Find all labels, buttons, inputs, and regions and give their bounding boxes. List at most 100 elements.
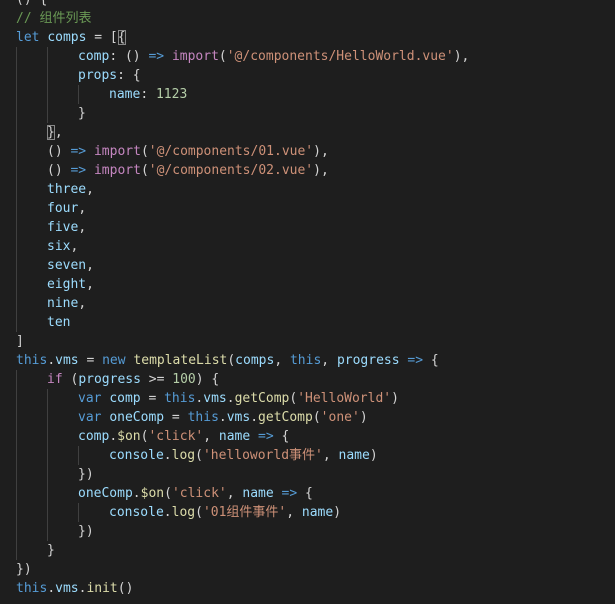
code-token: ] — [16, 334, 24, 349]
code-token: = — [140, 391, 165, 406]
code-token: . — [163, 448, 172, 463]
indent-guide — [16, 180, 17, 199]
code-line: props: { — [0, 66, 615, 85]
code-line: } — [0, 104, 615, 123]
code-token: >= — [140, 372, 173, 387]
code-token: oneComp — [78, 486, 133, 501]
indent-guide — [16, 427, 17, 446]
code-token: , — [54, 125, 63, 140]
code-token: '@/components/01.vue' — [148, 144, 314, 159]
code-token: import — [171, 49, 219, 64]
code-token: console — [109, 448, 164, 463]
indent-guide — [16, 484, 17, 503]
code-token: } — [47, 125, 55, 140]
code-token: () — [47, 144, 71, 159]
code-token: templateList — [133, 353, 228, 368]
code-token: => — [148, 49, 165, 64]
indent-guide — [16, 294, 17, 313]
indent-guide — [47, 104, 48, 123]
code-token: comps — [47, 30, 87, 45]
code-lines: () {// 组件列表let comps = [{comp: () => imp… — [0, 0, 615, 598]
code-line: five, — [0, 218, 615, 237]
code-line: }) — [0, 465, 615, 484]
code-line: eight, — [0, 275, 615, 294]
code-token: five — [47, 220, 79, 235]
code-line: }, — [0, 123, 615, 142]
code-line: comp.$on('click', name => { — [0, 427, 615, 446]
code-token: four — [47, 201, 79, 216]
code-token: '@/components/02.vue' — [148, 163, 314, 178]
code-token: : () — [109, 49, 149, 64]
code-token: '01组件事件' — [202, 505, 287, 520]
code-line: ten — [0, 313, 615, 332]
code-token: this — [16, 353, 48, 368]
code-token: comp — [78, 429, 110, 444]
code-token: . — [226, 391, 235, 406]
code-line: seven, — [0, 256, 615, 275]
code-token: name — [242, 486, 274, 501]
code-token: . — [132, 486, 141, 501]
code-token: if — [47, 372, 63, 387]
code-token: six — [47, 239, 71, 254]
code-line: nine, — [0, 294, 615, 313]
code-token: 'click' — [171, 486, 227, 501]
code-line: six, — [0, 237, 615, 256]
code-line: var comp = this.vms.getComp('HelloWorld'… — [0, 389, 615, 408]
code-token: . — [47, 353, 56, 368]
code-token: ) — [359, 410, 368, 425]
indent-guide — [16, 66, 17, 85]
code-token: 'click' — [148, 429, 204, 444]
code-token: , — [321, 353, 337, 368]
indent-guide — [47, 85, 48, 104]
code-token: ( — [312, 410, 321, 425]
indent-guide — [47, 427, 48, 446]
code-line: three, — [0, 180, 615, 199]
code-token: => — [281, 486, 298, 501]
code-token: : — [140, 87, 156, 102]
code-token: }) — [78, 467, 94, 482]
code-token: '@/components/HelloWorld.vue' — [226, 49, 454, 64]
code-token: 1123 — [155, 87, 188, 102]
code-token: , — [226, 486, 243, 501]
code-token: ( — [227, 353, 236, 368]
code-token: $on — [140, 486, 165, 501]
code-editor[interactable]: () {// 组件列表let comps = [{comp: () => imp… — [0, 0, 615, 604]
code-token: comp — [109, 391, 141, 406]
indent-guide — [16, 446, 17, 465]
code-token: nine — [47, 296, 79, 311]
code-token: => — [70, 163, 87, 178]
code-token: { — [423, 353, 439, 368]
code-token: = — [164, 410, 188, 425]
code-token: progress — [78, 372, 141, 387]
code-token: { — [273, 429, 290, 444]
code-token: : { — [117, 68, 141, 83]
indent-guide — [16, 85, 17, 104]
indent-guide — [47, 465, 48, 484]
indent-guide — [16, 370, 17, 389]
code-token: , — [203, 429, 219, 444]
code-line: // 组件列表 — [0, 9, 615, 28]
code-token: () { — [16, 0, 47, 7]
code-token: new — [102, 353, 126, 368]
code-token: () — [47, 163, 71, 178]
code-token: , — [286, 505, 302, 520]
code-token: props — [78, 68, 118, 83]
code-token: name — [218, 429, 251, 444]
code-token: eight — [47, 277, 87, 292]
code-token: }) — [16, 562, 32, 577]
code-token: => — [70, 144, 87, 159]
code-token: vms — [55, 581, 79, 596]
code-token: log — [171, 505, 196, 520]
code-line: let comps = [{ — [0, 28, 615, 47]
indent-guide — [16, 123, 17, 142]
code-token: three — [47, 182, 87, 197]
indent-guide — [47, 484, 48, 503]
indent-guide — [16, 313, 17, 332]
code-line: }) — [0, 560, 615, 579]
code-line: name: 1123 — [0, 85, 615, 104]
code-token: => — [258, 429, 274, 444]
code-token: this — [187, 410, 219, 425]
code-token: , — [78, 220, 87, 235]
indent-guide — [47, 47, 48, 66]
